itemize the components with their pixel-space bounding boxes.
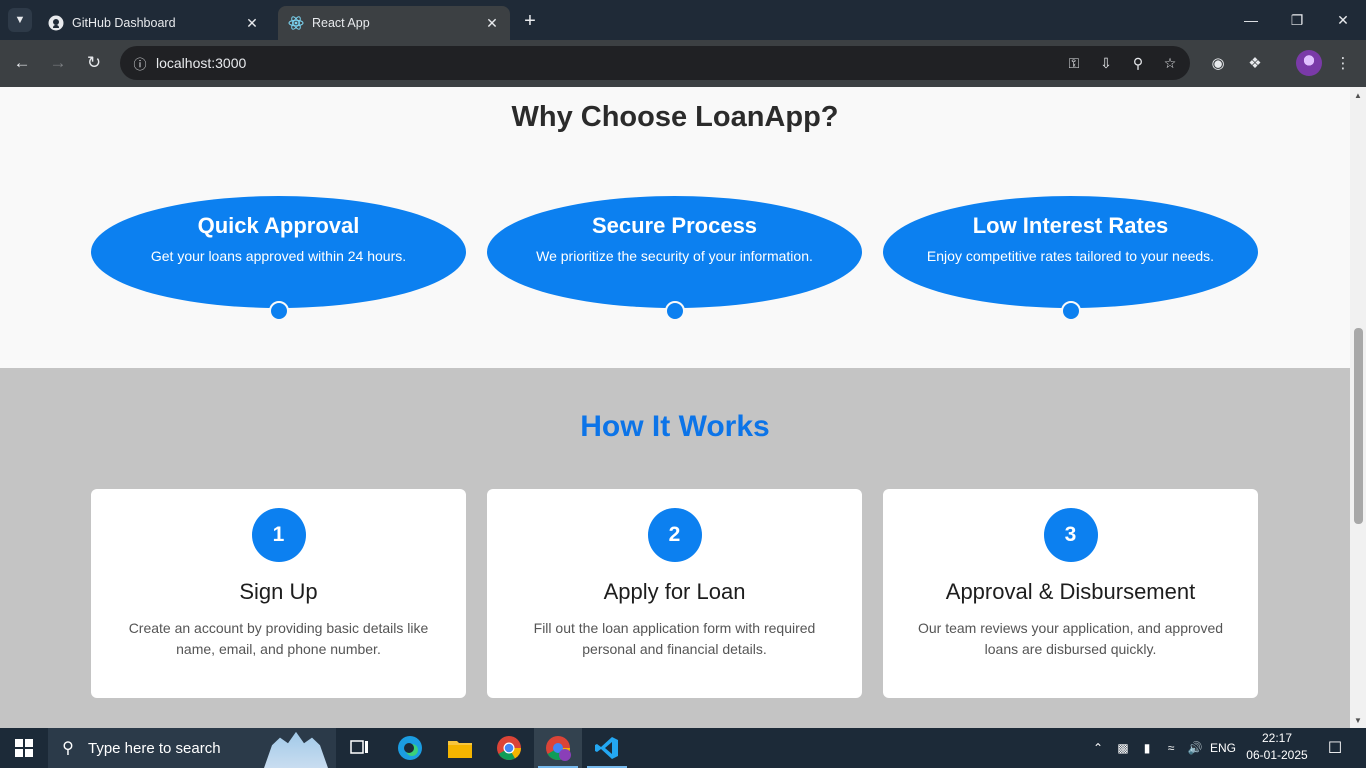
restore-button[interactable]: ❐ [1274, 0, 1320, 40]
site-info-icon[interactable]: ⓘ [124, 54, 156, 73]
feature-dot [269, 301, 289, 321]
feature-card: Secure Process We prioritize the securit… [487, 196, 862, 321]
step-number: 2 [647, 508, 702, 562]
profile-avatar[interactable] [1296, 50, 1322, 76]
github-icon [48, 15, 64, 31]
taskbar-search-box[interactable]: ⚲ Type here to search [48, 728, 336, 768]
language-indicator[interactable]: ENG [1208, 728, 1238, 768]
react-icon [288, 15, 304, 31]
reload-button[interactable]: ↻ [79, 48, 109, 78]
key-icon[interactable]: ⚿ [1064, 53, 1084, 73]
chevron-down-icon: ▼ [14, 14, 26, 26]
step-card: 1 Sign Up Create an account by providing… [91, 489, 466, 698]
file-explorer-icon[interactable] [436, 728, 484, 768]
clock-time: 22:17 [1261, 731, 1293, 745]
wifi-icon[interactable]: ≈ [1160, 728, 1182, 768]
tab-search-button[interactable]: ▼ [8, 8, 32, 32]
chrome-profile-window-icon[interactable] [534, 728, 582, 768]
vscode-icon[interactable] [583, 728, 631, 768]
tab-title: React App [312, 16, 370, 30]
taskbar-clock[interactable]: 22:17 06-01-2025 [1240, 730, 1314, 766]
zoom-icon[interactable]: ⚲ [1128, 53, 1148, 73]
volume-icon[interactable]: 🔊 [1184, 728, 1206, 768]
why-choose-section: Why Choose LoanApp? Quick Approval Get y… [0, 87, 1350, 368]
extension-icon[interactable]: ◉ [1205, 50, 1231, 76]
battery-icon[interactable]: ▮ [1136, 728, 1158, 768]
step-number: 1 [251, 508, 306, 562]
scroll-up-arrow-icon[interactable]: ▲ [1350, 87, 1366, 103]
feature-description: We prioritize the security of your infor… [536, 248, 813, 264]
tab-title: GitHub Dashboard [72, 16, 176, 30]
step-description: Create an account by providing basic det… [128, 620, 429, 657]
chrome-icon[interactable] [485, 728, 533, 768]
step-card: 2 Apply for Loan Fill out the loan appli… [487, 489, 862, 698]
minimize-button[interactable]: — [1228, 0, 1274, 40]
how-it-works-section: How It Works 1 Sign Up Create an account… [0, 368, 1350, 728]
section-title: Why Choose LoanApp? [511, 101, 839, 133]
section-title: How It Works [580, 410, 770, 443]
task-view-icon[interactable] [336, 728, 384, 768]
feature-title: Low Interest Rates [972, 213, 1169, 238]
clock-date: 06-01-2025 [1246, 748, 1308, 762]
search-placeholder: Type here to search [88, 739, 221, 757]
step-title: Approval & Disbursement [945, 579, 1196, 604]
url-text: localhost:3000 [156, 55, 247, 71]
new-tab-button[interactable]: + [518, 9, 542, 33]
feature-description: Enjoy competitive rates tailored to your… [926, 248, 1215, 264]
feature-card: Low Interest Rates Enjoy competitive rat… [883, 196, 1258, 321]
feature-title: Secure Process [591, 213, 758, 238]
feature-description: Get your loans approved within 24 hours. [150, 248, 407, 264]
meet-now-icon[interactable]: ▩ [1112, 728, 1134, 768]
start-button[interactable] [0, 728, 48, 768]
feature-dot [665, 301, 685, 321]
more-menu-icon[interactable]: ⋮ [1330, 50, 1356, 76]
bookmark-star-icon[interactable]: ☆ [1160, 53, 1180, 73]
feature-dot [1061, 301, 1081, 321]
scroll-down-arrow-icon[interactable]: ▼ [1350, 712, 1366, 728]
feature-card: Quick Approval Get your loans approved w… [91, 196, 466, 321]
close-icon[interactable]: ✕ [484, 15, 500, 31]
close-window-button[interactable]: ✕ [1320, 0, 1366, 40]
windows-logo-icon [15, 739, 33, 757]
windows-taskbar: ⚲ Type here to search ⌃ ▩ ▮ ≈ 🔊 ENG 22:1… [0, 728, 1366, 768]
extensions-puzzle-icon[interactable]: ❖ [1242, 50, 1268, 76]
search-highlight-image [264, 731, 328, 768]
page-viewport: Why Choose LoanApp? Quick Approval Get y… [0, 87, 1350, 728]
page-scrollbar[interactable]: ▲ ▼ [1350, 87, 1366, 728]
install-app-icon[interactable]: ⇩ [1096, 53, 1116, 73]
tab-github-dashboard[interactable]: GitHub Dashboard ✕ [38, 6, 270, 40]
forward-button[interactable]: → [43, 48, 73, 78]
address-bar[interactable]: ⓘ localhost:3000 ⚿ ⇩ ⚲ ☆ [120, 46, 1190, 80]
step-number: 3 [1043, 508, 1098, 562]
edge-browser-icon[interactable] [386, 728, 434, 768]
close-icon[interactable]: ✕ [244, 15, 260, 31]
back-button[interactable]: ← [7, 48, 37, 78]
step-card: 3 Approval & Disbursement Our team revie… [883, 489, 1258, 698]
notification-icon[interactable]: ☐ [1320, 728, 1350, 768]
scrollbar-thumb[interactable] [1354, 328, 1363, 524]
tab-react-app[interactable]: React App ✕ [278, 6, 510, 40]
search-icon: ⚲ [62, 740, 74, 757]
feature-title: Quick Approval [197, 213, 360, 238]
step-title: Apply for Loan [603, 579, 746, 604]
browser-toolbar: ← → ↻ ⓘ localhost:3000 ⚿ ⇩ ⚲ ☆ ◉ ❖ ⋮ [0, 40, 1366, 87]
step-description: Fill out the loan application form with … [533, 620, 816, 657]
browser-tab-strip: ▼ GitHub Dashboard ✕ React App ✕ + — ❐ ✕ [0, 0, 1366, 40]
show-hidden-icons-icon[interactable]: ⌃ [1088, 728, 1108, 768]
step-description: Our team reviews your application, and a… [917, 620, 1224, 657]
step-title: Sign Up [239, 579, 318, 604]
